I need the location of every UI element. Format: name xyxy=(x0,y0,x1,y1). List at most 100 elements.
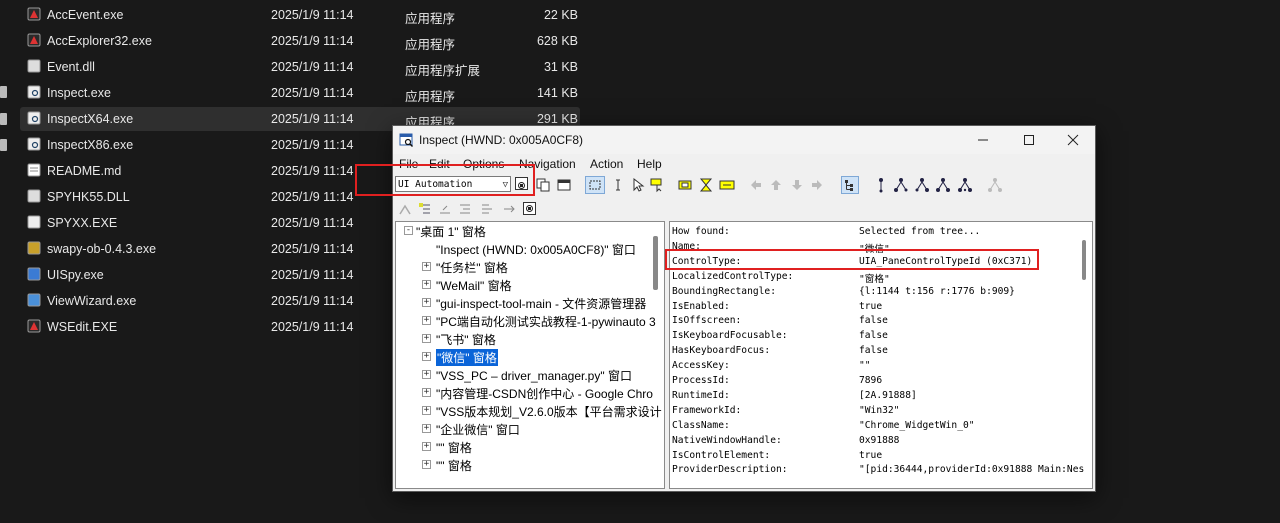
options-icon[interactable] xyxy=(556,177,572,193)
show-tooltip-icon[interactable] xyxy=(719,177,735,193)
expand-icon[interactable]: + xyxy=(422,334,431,343)
python-icon xyxy=(27,241,41,255)
file-row[interactable]: Inspect.exe 2025/1/9 11:14 应用程序 141 KB xyxy=(0,81,600,107)
close-button[interactable] xyxy=(1051,126,1095,154)
tree-item-label: "内容管理-CSDN创作中心 - Google Chro xyxy=(436,387,653,401)
dll-icon xyxy=(27,189,41,203)
collapse-icon[interactable]: - xyxy=(404,226,413,235)
maximize-button[interactable] xyxy=(1007,126,1051,154)
tree-item-label: "gui-inspect-tool-main - 文件资源管理器 xyxy=(436,297,647,311)
expand-icon[interactable]: + xyxy=(422,442,431,451)
file-date: 2025/1/9 11:14 xyxy=(271,60,354,74)
property-value: 7896 xyxy=(859,375,883,386)
highlight-box-mode xyxy=(355,164,535,196)
expand-icon[interactable]: + xyxy=(422,262,431,271)
expand-icon[interactable]: + xyxy=(422,280,431,289)
nav-pane-stub xyxy=(0,139,7,151)
property-value: "Win32" xyxy=(859,404,900,416)
tree-item-label: "" 窗格 xyxy=(436,459,472,473)
file-date: 2025/1/9 11:14 xyxy=(271,86,354,100)
inspect-icon xyxy=(27,137,41,151)
tree-item-label: "VSS_PC – driver_manager.py" 窗口 xyxy=(436,369,632,383)
tree-item-label: "WeMail" 窗格 xyxy=(436,279,512,293)
move-next-icon[interactable] xyxy=(501,201,517,217)
expand-icon[interactable]: + xyxy=(422,424,431,433)
property-key: ProcessId: xyxy=(672,375,730,386)
indent-icon[interactable] xyxy=(457,201,473,217)
file-row[interactable]: Event.dll 2025/1/9 11:14 应用程序扩展 31 KB xyxy=(0,55,600,81)
navigate-left-icon[interactable] xyxy=(748,177,764,193)
next-sibling-icon[interactable] xyxy=(914,177,930,193)
file-row[interactable]: AccEvent.exe 2025/1/9 11:14 应用程序 22 KB xyxy=(0,3,600,29)
property-value: true xyxy=(859,449,883,461)
copy-icon[interactable] xyxy=(535,177,551,193)
property-key: ClassName: xyxy=(672,419,730,431)
outdent-icon[interactable] xyxy=(479,201,495,217)
highlight-select-icon[interactable] xyxy=(397,201,413,217)
element-tree[interactable]: - "桌面 1" 窗格 "Inspect (HWND: 0x005A0CF8)" 窗… xyxy=(395,221,665,489)
first-child-icon[interactable] xyxy=(893,177,909,193)
previous-sibling-icon[interactable] xyxy=(935,177,951,193)
property-key: LocalizedControlType: xyxy=(672,270,794,282)
menu-action[interactable]: Action xyxy=(590,157,623,171)
expand-icon[interactable]: + xyxy=(422,352,431,361)
file-name: Inspect.exe xyxy=(47,86,111,100)
wizard-icon xyxy=(27,293,41,307)
watch-focus-icon[interactable] xyxy=(585,176,605,194)
menu-help[interactable]: Help xyxy=(637,157,662,171)
file-type: 应用程序 xyxy=(405,90,456,104)
navigate-down-icon[interactable] xyxy=(789,177,805,193)
file-name: README.md xyxy=(47,164,122,178)
inspect-app-icon xyxy=(399,133,413,147)
property-value: false xyxy=(859,330,888,342)
expand-icon[interactable]: + xyxy=(422,388,431,397)
file-date: 2025/1/9 11:14 xyxy=(271,216,354,230)
nav-pane-stub xyxy=(0,86,7,98)
tree-expand-icon[interactable] xyxy=(417,201,433,217)
inspect-icon xyxy=(27,85,41,99)
property-key: IsOffscreen: xyxy=(672,315,742,327)
property-value: "Chrome_WidgetWin_0" xyxy=(859,419,975,431)
scrollbar-thumb[interactable] xyxy=(1082,240,1086,280)
file-date: 2025/1/9 11:14 xyxy=(271,8,354,22)
navigate-right-icon[interactable] xyxy=(809,177,825,193)
property-key: ProviderDescription: xyxy=(672,464,788,476)
tree-item-label: "Inspect (HWND: 0x005A0CF8)" 窗口 xyxy=(436,243,636,257)
last-child-icon[interactable] xyxy=(957,177,973,193)
file-type: 应用程序 xyxy=(405,38,456,52)
file-date: 2025/1/9 11:14 xyxy=(271,268,354,282)
app-icon xyxy=(27,319,41,333)
tree-item-label: "飞书" 窗格 xyxy=(436,333,496,347)
expand-icon[interactable]: + xyxy=(422,316,431,325)
expand-icon[interactable]: + xyxy=(422,370,431,379)
expand-icon[interactable]: + xyxy=(422,406,431,415)
show-caret-icon[interactable] xyxy=(698,177,714,193)
watch-tooltip-icon[interactable] xyxy=(649,177,665,193)
document-icon xyxy=(27,163,41,177)
dll-icon xyxy=(27,59,41,73)
file-size: 628 KB xyxy=(536,34,578,48)
watch-cursor-icon[interactable] xyxy=(630,177,646,193)
parent-icon[interactable] xyxy=(873,177,889,193)
file-row[interactable]: AccExplorer32.exe 2025/1/9 11:14 应用程序 628 K… xyxy=(0,29,600,55)
tree-view-icon[interactable] xyxy=(841,176,859,194)
highlight-box-controltype xyxy=(665,249,1039,270)
title-bar[interactable]: Inspect (HWND: 0x005A0CF8) xyxy=(393,126,1095,154)
show-highlight-icon[interactable] xyxy=(677,177,693,193)
properties-scrollbar[interactable] xyxy=(1078,222,1090,488)
expand-icon[interactable]: + xyxy=(422,460,431,469)
move-up-icon[interactable] xyxy=(437,201,453,217)
tree-scrollbar[interactable] xyxy=(648,222,664,488)
refresh-tree-icon[interactable] xyxy=(523,202,536,215)
watch-caret-icon[interactable] xyxy=(610,177,626,193)
file-name: InspectX86.exe xyxy=(47,138,134,152)
property-key: IsKeyboardFocusable: xyxy=(672,330,788,342)
expand-icon[interactable]: + xyxy=(422,298,431,307)
file-size: 31 KB xyxy=(543,60,578,74)
scrollbar-thumb[interactable] xyxy=(653,236,658,290)
minimize-button[interactable] xyxy=(961,126,1005,154)
inspect-icon xyxy=(27,111,41,125)
navigate-up-icon[interactable] xyxy=(768,177,784,193)
property-value: Selected from tree... xyxy=(859,226,981,237)
tree-item-label: "微信" 窗格 xyxy=(436,349,498,366)
